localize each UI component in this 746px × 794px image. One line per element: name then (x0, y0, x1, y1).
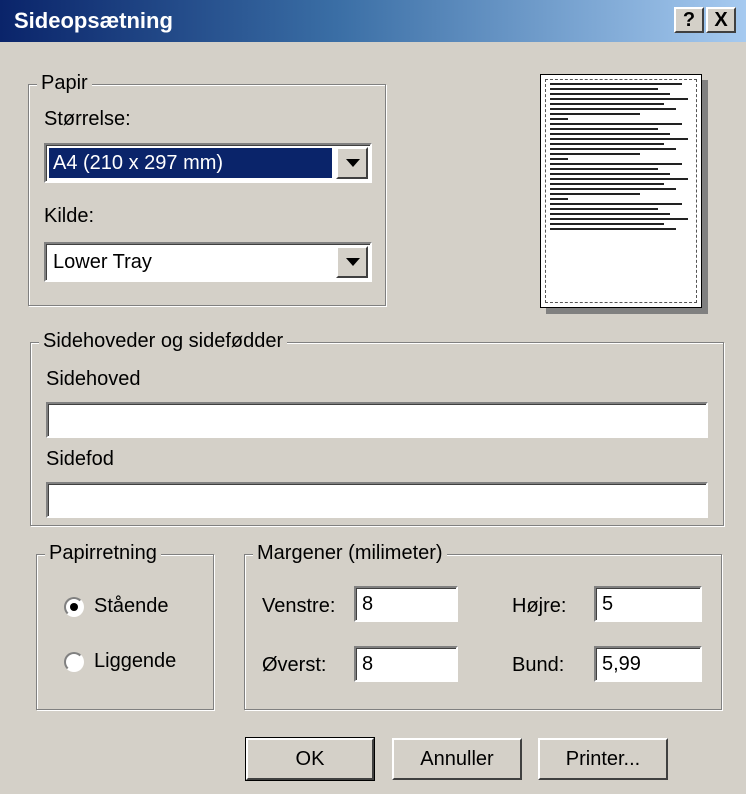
cancel-button[interactable]: Annuller (392, 738, 522, 780)
orientation-legend: Papirretning (45, 542, 161, 565)
margin-left-label: Venstre: (262, 595, 336, 617)
ok-button[interactable]: OK (245, 737, 375, 781)
margins-group: Margener (milimeter) (244, 542, 722, 710)
paper-source-value: Lower Tray (53, 251, 152, 273)
margin-right-label: Højre: (512, 595, 567, 617)
landscape-label[interactable]: Liggende (94, 650, 176, 673)
paper-source-label: Kilde: (44, 205, 95, 227)
paper-size-select[interactable]: A4 (210 x 297 mm) (44, 143, 372, 183)
margin-left-input[interactable] (354, 586, 458, 622)
paper-source-select[interactable]: Lower Tray (44, 242, 372, 282)
portrait-radio[interactable] (64, 597, 84, 617)
chevron-down-icon[interactable] (336, 147, 368, 179)
margin-top-label: Øverst: (262, 654, 327, 676)
margins-legend: Margener (milimeter) (253, 542, 447, 565)
window-title: Sideopsætning (14, 8, 173, 33)
page-setup-dialog: Sideopsætning ? X Papir Størrelse: A4 (2… (0, 0, 746, 794)
paper-size-label: Størrelse: (44, 108, 131, 130)
margin-bottom-label: Bund: (512, 654, 565, 676)
close-button[interactable]: X (706, 7, 736, 33)
landscape-radio[interactable] (64, 652, 84, 672)
portrait-label[interactable]: Stående (94, 595, 169, 618)
printer-button[interactable]: Printer... (538, 738, 668, 780)
paper-size-value: A4 (210 x 297 mm) (49, 148, 332, 178)
page-preview (540, 74, 702, 308)
paper-legend: Papir (37, 72, 92, 95)
margin-top-input[interactable] (354, 646, 458, 682)
chevron-down-icon[interactable] (336, 246, 368, 278)
help-button[interactable]: ? (674, 7, 704, 33)
margin-bottom-input[interactable] (594, 646, 702, 682)
orientation-group: Papirretning (36, 542, 214, 710)
header-label: Sidehoved (46, 368, 141, 390)
headers-footers-legend: Sidehoveder og sidefødder (39, 330, 288, 353)
margin-right-input[interactable] (594, 586, 702, 622)
header-input[interactable] (46, 402, 708, 438)
title-bar[interactable]: Sideopsætning ? X (0, 0, 746, 42)
footer-input[interactable] (46, 482, 708, 518)
page-preview-text (545, 79, 697, 303)
footer-label: Sidefod (46, 448, 114, 470)
